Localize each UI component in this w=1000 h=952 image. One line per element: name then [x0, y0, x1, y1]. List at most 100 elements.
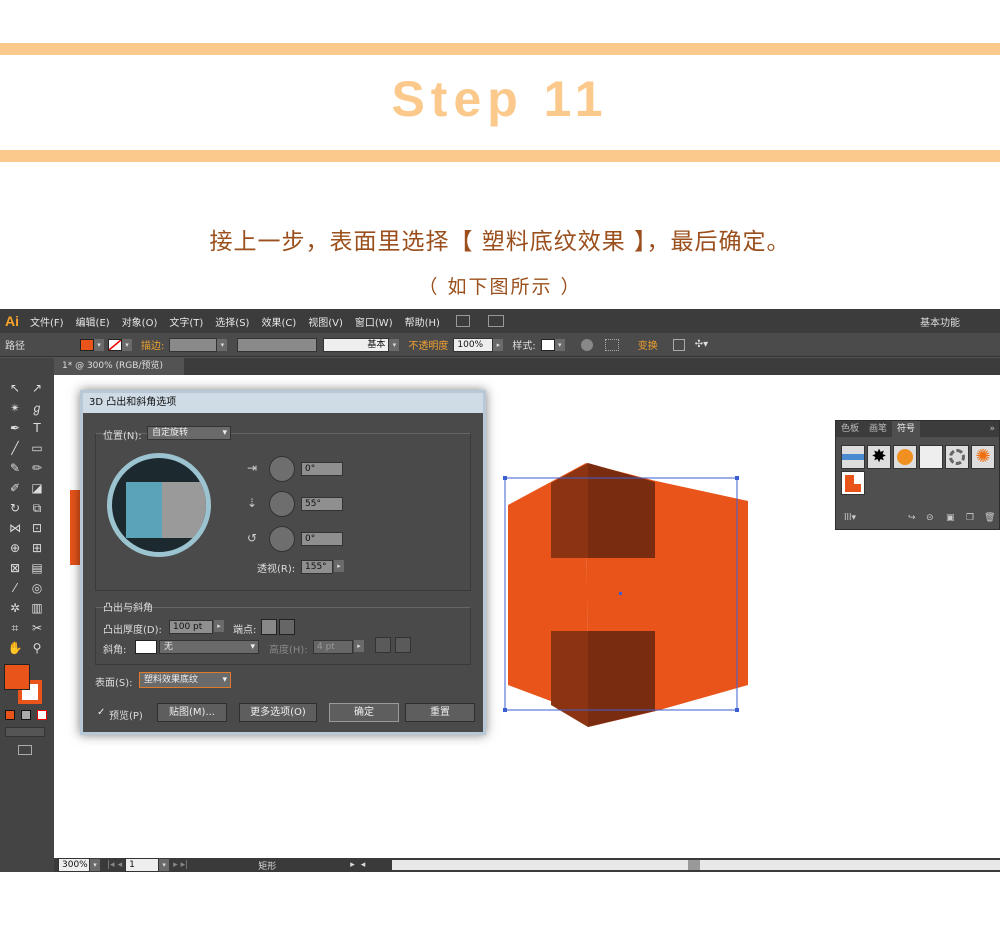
- type-tool-icon[interactable]: T: [28, 420, 46, 436]
- symbol-blue-banner[interactable]: [841, 445, 865, 469]
- position-select[interactable]: 自定旋转 ▾: [147, 426, 231, 440]
- symbol-sprayer-tool-icon[interactable]: ✲: [6, 600, 24, 616]
- x-rotation-field[interactable]: 0°: [301, 462, 343, 476]
- zoom-field[interactable]: 300%: [58, 858, 90, 872]
- symbol-ribbon[interactable]: [919, 445, 943, 469]
- reset-button[interactable]: 重置: [405, 703, 475, 722]
- panel-collapse-icon[interactable]: »: [989, 421, 999, 437]
- selection-tool-icon[interactable]: ↖: [6, 380, 24, 396]
- eyedropper-tool-icon[interactable]: ⁄: [6, 580, 24, 596]
- rotate-tool-icon[interactable]: ↻: [6, 500, 24, 516]
- z-rotation-field[interactable]: 0°: [301, 532, 343, 546]
- symbol-3d-surface[interactable]: [841, 471, 865, 495]
- menu-window[interactable]: 窗口(W): [349, 314, 399, 329]
- perspective-grid-tool-icon[interactable]: ⊞: [28, 540, 46, 556]
- recolor-icon[interactable]: [580, 338, 593, 351]
- symbol-ink-splash[interactable]: ✸: [867, 445, 891, 469]
- brush-dropdown[interactable]: ▾: [389, 338, 400, 351]
- magic-wand-tool-icon[interactable]: ✴: [6, 400, 24, 416]
- first-page-icon[interactable]: |◂: [107, 860, 115, 870]
- bridge-icon[interactable]: [455, 315, 470, 327]
- symbol-library-menu-icon[interactable]: lll▾: [844, 513, 856, 523]
- bevel-extent-out-icon[interactable]: [375, 637, 391, 653]
- menu-select[interactable]: 选择(S): [209, 314, 255, 329]
- page-field[interactable]: 1: [125, 858, 160, 872]
- mesh-tool-icon[interactable]: ⊠: [6, 560, 24, 576]
- align-icon[interactable]: [604, 338, 619, 351]
- bevel-extent-in-icon[interactable]: [395, 637, 411, 653]
- menu-view[interactable]: 视图(V): [302, 314, 349, 329]
- style-swatch[interactable]: [540, 338, 555, 351]
- height-slider-toggle[interactable]: ▸: [354, 640, 364, 652]
- graph-tool-icon[interactable]: ▥: [28, 600, 46, 616]
- y-rotation-dial[interactable]: [269, 491, 295, 517]
- fill-swatch[interactable]: [80, 338, 94, 351]
- ok-button[interactable]: 确定: [329, 703, 399, 722]
- none-mode-icon[interactable]: [37, 710, 47, 720]
- gradient-mode-icon[interactable]: [21, 710, 31, 720]
- menu-object[interactable]: 对象(O): [116, 314, 164, 329]
- pen-tool-icon[interactable]: ✒: [6, 420, 24, 436]
- opacity-dropdown[interactable]: ▸: [493, 338, 504, 351]
- page-dropdown[interactable]: ▾: [159, 859, 170, 871]
- depth-slider-toggle[interactable]: ▸: [214, 620, 224, 632]
- rotation-cube-preview[interactable]: [107, 453, 211, 557]
- menu-effect[interactable]: 效果(C): [255, 314, 302, 329]
- height-field[interactable]: 4 pt: [313, 640, 353, 654]
- tab-symbols[interactable]: 符号: [892, 421, 921, 437]
- menu-file[interactable]: 文件(F): [24, 314, 70, 329]
- cap-on-icon[interactable]: [261, 619, 277, 635]
- symbol-gear-ring[interactable]: [945, 445, 969, 469]
- workspace-switcher[interactable]: 基本功能: [920, 314, 960, 329]
- bevel-select[interactable]: 无 ▾: [159, 640, 259, 654]
- fill-color-icon[interactable]: [4, 664, 30, 690]
- z-rotation-dial[interactable]: [269, 526, 295, 552]
- eraser-tool-icon[interactable]: ◪: [28, 480, 46, 496]
- stroke-weight-field[interactable]: [169, 337, 218, 352]
- scale-tool-icon[interactable]: ⧉: [28, 500, 46, 516]
- transform-label[interactable]: 变换: [638, 337, 658, 352]
- line-tool-icon[interactable]: ╱: [6, 440, 24, 456]
- draw-mode-icon[interactable]: [5, 727, 45, 737]
- menu-type[interactable]: 文字(T): [163, 314, 209, 329]
- depth-field[interactable]: 100 pt: [169, 620, 213, 634]
- tab-brushes[interactable]: 画笔: [864, 421, 892, 437]
- artboard-tool-icon[interactable]: ⌗: [6, 620, 24, 636]
- preview-checkbox[interactable]: ✓: [97, 707, 105, 718]
- more-options-button[interactable]: 更多选项(O): [239, 703, 317, 722]
- hand-tool-icon[interactable]: ✋: [6, 640, 24, 656]
- stroke-swatch[interactable]: [108, 338, 122, 351]
- scroll-left-icon[interactable]: ◂: [361, 860, 366, 870]
- x-rotation-dial[interactable]: [269, 456, 295, 482]
- status-menu-icon[interactable]: ▸: [350, 860, 355, 870]
- gradient-tool-icon[interactable]: ▤: [28, 560, 46, 576]
- lasso-tool-icon[interactable]: ℊ: [28, 400, 46, 416]
- stroke-dropdown-icon[interactable]: ▾: [122, 338, 132, 351]
- document-tab[interactable]: 1* @ 300% (RGB/预览) ✕: [54, 358, 184, 388]
- isolate-icon[interactable]: [672, 338, 685, 351]
- symbol-options-icon[interactable]: ▣: [946, 513, 955, 523]
- rectangle-tool-icon[interactable]: ▭: [28, 440, 46, 456]
- paintbrush-tool-icon[interactable]: ✎: [6, 460, 24, 476]
- menu-edit[interactable]: 编辑(E): [70, 314, 116, 329]
- new-symbol-icon[interactable]: ❐: [966, 513, 974, 523]
- width-tool-icon[interactable]: ⋈: [6, 520, 24, 536]
- panel-menu-icon[interactable]: ✣▾: [695, 339, 708, 350]
- blend-tool-icon[interactable]: ◎: [28, 580, 46, 596]
- scrollbar-thumb[interactable]: [688, 860, 700, 870]
- delete-symbol-icon[interactable]: 🗑: [984, 513, 995, 523]
- fill-dropdown-icon[interactable]: ▾: [94, 338, 104, 351]
- preview-label[interactable]: 预览(P): [109, 707, 143, 722]
- opacity-label[interactable]: 不透明度: [408, 337, 448, 352]
- free-transform-tool-icon[interactable]: ⊡: [28, 520, 46, 536]
- perspective-field[interactable]: 155°: [301, 560, 333, 574]
- tab-swatches[interactable]: 色板: [836, 421, 864, 437]
- zoom-dropdown[interactable]: ▾: [90, 859, 100, 871]
- cap-off-icon[interactable]: [279, 619, 295, 635]
- last-page-icon[interactable]: ▸|: [181, 860, 189, 870]
- next-page-icon[interactable]: ▸: [173, 860, 178, 870]
- arrange-documents-icon[interactable]: [487, 315, 504, 327]
- shape-builder-tool-icon[interactable]: ⊕: [6, 540, 24, 556]
- place-symbol-icon[interactable]: ↪: [908, 513, 916, 523]
- pencil-tool-icon[interactable]: ✏: [28, 460, 46, 476]
